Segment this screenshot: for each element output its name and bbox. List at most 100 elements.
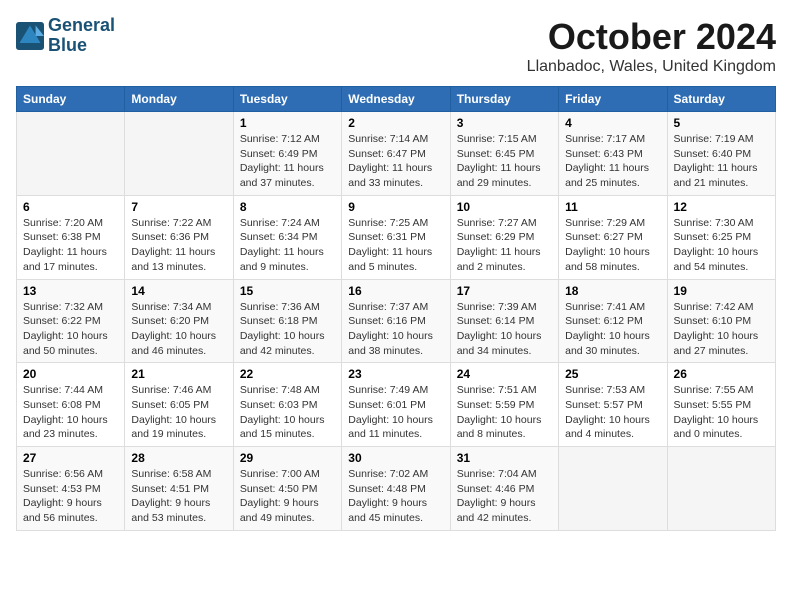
day-info: Sunrise: 7:37 AM Sunset: 6:16 PM Dayligh… xyxy=(348,300,443,359)
day-number: 31 xyxy=(457,451,552,465)
calendar-cell: 13 Sunrise: 7:32 AM Sunset: 6:22 PM Dayli… xyxy=(17,279,125,363)
calendar-cell: 4Sunrise: 7:17 AM Sunset: 6:43 PM Daylig… xyxy=(559,112,667,196)
calendar-cell: 2 Sunrise: 7:14 AM Sunset: 6:47 PM Daylig… xyxy=(342,112,450,196)
day-info: Sunrise: 7:20 AM Sunset: 6:38 PM Dayligh… xyxy=(23,216,118,275)
day-number: 27 xyxy=(23,451,118,465)
day-number: 14 xyxy=(131,284,226,298)
calendar-cell: 6 Sunrise: 7:20 AM Sunset: 6:38 PM Daylig… xyxy=(17,195,125,279)
day-info: Sunrise: 7:15 AM Sunset: 6:45 PM Dayligh… xyxy=(457,132,552,191)
calendar-cell: 30 Sunrise: 7:02 AM Sunset: 4:48 PM Dayli… xyxy=(342,447,450,531)
day-info: Sunrise: 7:19 AM Sunset: 6:40 PM Dayligh… xyxy=(674,132,769,191)
day-info: Sunrise: 7:34 AM Sunset: 6:20 PM Dayligh… xyxy=(131,300,226,359)
calendar-week-1: 1Sunrise: 7:12 AM Sunset: 6:49 PM Daylig… xyxy=(17,112,776,196)
day-info: Sunrise: 7:44 AM Sunset: 6:08 PM Dayligh… xyxy=(23,383,118,442)
day-info: Sunrise: 7:32 AM Sunset: 6:22 PM Dayligh… xyxy=(23,300,118,359)
day-number: 3 xyxy=(457,116,552,130)
calendar-week-3: 13 Sunrise: 7:32 AM Sunset: 6:22 PM Dayli… xyxy=(17,279,776,363)
day-number: 28 xyxy=(131,451,226,465)
day-info: Sunrise: 7:25 AM Sunset: 6:31 PM Dayligh… xyxy=(348,216,443,275)
day-number: 9 xyxy=(348,200,443,214)
day-number: 11 xyxy=(565,200,660,214)
weekday-header-saturday: Saturday xyxy=(667,87,775,112)
day-number: 19 xyxy=(674,284,769,298)
day-info: Sunrise: 6:58 AM Sunset: 4:51 PM Dayligh… xyxy=(131,467,226,526)
day-info: Sunrise: 7:55 AM Sunset: 5:55 PM Dayligh… xyxy=(674,383,769,442)
day-number: 23 xyxy=(348,367,443,381)
calendar-cell: 21 Sunrise: 7:46 AM Sunset: 6:05 PM Dayli… xyxy=(125,363,233,447)
calendar-cell: 8 Sunrise: 7:24 AM Sunset: 6:34 PM Daylig… xyxy=(233,195,341,279)
weekday-header-sunday: Sunday xyxy=(17,87,125,112)
calendar-cell: 19 Sunrise: 7:42 AM Sunset: 6:10 PM Dayli… xyxy=(667,279,775,363)
day-info: Sunrise: 7:49 AM Sunset: 6:01 PM Dayligh… xyxy=(348,383,443,442)
calendar-cell: 24Sunrise: 7:51 AM Sunset: 5:59 PM Dayli… xyxy=(450,363,558,447)
day-number: 18 xyxy=(565,284,660,298)
day-info: Sunrise: 7:22 AM Sunset: 6:36 PM Dayligh… xyxy=(131,216,226,275)
calendar-cell: 31 Sunrise: 7:04 AM Sunset: 4:46 PM Dayli… xyxy=(450,447,558,531)
calendar-cell: 29Sunrise: 7:00 AM Sunset: 4:50 PM Dayli… xyxy=(233,447,341,531)
weekday-header-row: SundayMondayTuesdayWednesdayThursdayFrid… xyxy=(17,87,776,112)
day-number: 7 xyxy=(131,200,226,214)
calendar-cell: 18 Sunrise: 7:41 AM Sunset: 6:12 PM Dayli… xyxy=(559,279,667,363)
day-info: Sunrise: 7:42 AM Sunset: 6:10 PM Dayligh… xyxy=(674,300,769,359)
day-info: Sunrise: 7:00 AM Sunset: 4:50 PM Dayligh… xyxy=(240,467,335,526)
day-number: 2 xyxy=(348,116,443,130)
day-info: Sunrise: 7:14 AM Sunset: 6:47 PM Dayligh… xyxy=(348,132,443,191)
day-info: Sunrise: 7:24 AM Sunset: 6:34 PM Dayligh… xyxy=(240,216,335,275)
day-info: Sunrise: 7:39 AM Sunset: 6:14 PM Dayligh… xyxy=(457,300,552,359)
calendar-cell: 28 Sunrise: 6:58 AM Sunset: 4:51 PM Dayli… xyxy=(125,447,233,531)
logo-icon xyxy=(16,22,44,50)
calendar-table: SundayMondayTuesdayWednesdayThursdayFrid… xyxy=(16,86,776,531)
calendar-cell: 7 Sunrise: 7:22 AM Sunset: 6:36 PM Daylig… xyxy=(125,195,233,279)
day-number: 30 xyxy=(348,451,443,465)
weekday-header-tuesday: Tuesday xyxy=(233,87,341,112)
calendar-cell: 26Sunrise: 7:55 AM Sunset: 5:55 PM Dayli… xyxy=(667,363,775,447)
day-info: Sunrise: 7:27 AM Sunset: 6:29 PM Dayligh… xyxy=(457,216,552,275)
day-number: 24 xyxy=(457,367,552,381)
day-number: 1 xyxy=(240,116,335,130)
weekday-header-monday: Monday xyxy=(125,87,233,112)
day-info: Sunrise: 7:41 AM Sunset: 6:12 PM Dayligh… xyxy=(565,300,660,359)
calendar-cell: 5 Sunrise: 7:19 AM Sunset: 6:40 PM Daylig… xyxy=(667,112,775,196)
calendar-cell: 23 Sunrise: 7:49 AM Sunset: 6:01 PM Dayli… xyxy=(342,363,450,447)
day-info: Sunrise: 7:48 AM Sunset: 6:03 PM Dayligh… xyxy=(240,383,335,442)
calendar-cell xyxy=(17,112,125,196)
day-info: Sunrise: 7:46 AM Sunset: 6:05 PM Dayligh… xyxy=(131,383,226,442)
logo: General Blue xyxy=(16,16,115,56)
weekday-header-friday: Friday xyxy=(559,87,667,112)
calendar-week-5: 27 Sunrise: 6:56 AM Sunset: 4:53 PM Dayli… xyxy=(17,447,776,531)
day-info: Sunrise: 7:29 AM Sunset: 6:27 PM Dayligh… xyxy=(565,216,660,275)
day-number: 10 xyxy=(457,200,552,214)
calendar-cell: 11 Sunrise: 7:29 AM Sunset: 6:27 PM Dayli… xyxy=(559,195,667,279)
day-info: Sunrise: 7:02 AM Sunset: 4:48 PM Dayligh… xyxy=(348,467,443,526)
calendar-cell: 1Sunrise: 7:12 AM Sunset: 6:49 PM Daylig… xyxy=(233,112,341,196)
day-number: 17 xyxy=(457,284,552,298)
day-number: 21 xyxy=(131,367,226,381)
calendar-cell xyxy=(667,447,775,531)
day-number: 20 xyxy=(23,367,118,381)
day-number: 6 xyxy=(23,200,118,214)
location-subtitle: Llanbadoc, Wales, United Kingdom xyxy=(527,58,776,76)
day-number: 13 xyxy=(23,284,118,298)
day-number: 25 xyxy=(565,367,660,381)
day-info: Sunrise: 7:30 AM Sunset: 6:25 PM Dayligh… xyxy=(674,216,769,275)
weekday-header-thursday: Thursday xyxy=(450,87,558,112)
day-info: Sunrise: 7:53 AM Sunset: 5:57 PM Dayligh… xyxy=(565,383,660,442)
day-number: 22 xyxy=(240,367,335,381)
calendar-cell: 9 Sunrise: 7:25 AM Sunset: 6:31 PM Daylig… xyxy=(342,195,450,279)
day-number: 5 xyxy=(674,116,769,130)
calendar-cell: 14 Sunrise: 7:34 AM Sunset: 6:20 PM Dayli… xyxy=(125,279,233,363)
day-info: Sunrise: 7:04 AM Sunset: 4:46 PM Dayligh… xyxy=(457,467,552,526)
day-number: 16 xyxy=(348,284,443,298)
calendar-cell: 27 Sunrise: 6:56 AM Sunset: 4:53 PM Dayli… xyxy=(17,447,125,531)
calendar-cell: 12Sunrise: 7:30 AM Sunset: 6:25 PM Dayli… xyxy=(667,195,775,279)
calendar-week-4: 20 Sunrise: 7:44 AM Sunset: 6:08 PM Dayli… xyxy=(17,363,776,447)
calendar-cell: 15Sunrise: 7:36 AM Sunset: 6:18 PM Dayli… xyxy=(233,279,341,363)
logo-line2: Blue xyxy=(48,36,115,56)
day-info: Sunrise: 6:56 AM Sunset: 4:53 PM Dayligh… xyxy=(23,467,118,526)
day-number: 8 xyxy=(240,200,335,214)
calendar-cell xyxy=(125,112,233,196)
calendar-cell: 25 Sunrise: 7:53 AM Sunset: 5:57 PM Dayli… xyxy=(559,363,667,447)
calendar-cell: 22 Sunrise: 7:48 AM Sunset: 6:03 PM Dayli… xyxy=(233,363,341,447)
logo-line1: General xyxy=(48,16,115,36)
day-info: Sunrise: 7:36 AM Sunset: 6:18 PM Dayligh… xyxy=(240,300,335,359)
